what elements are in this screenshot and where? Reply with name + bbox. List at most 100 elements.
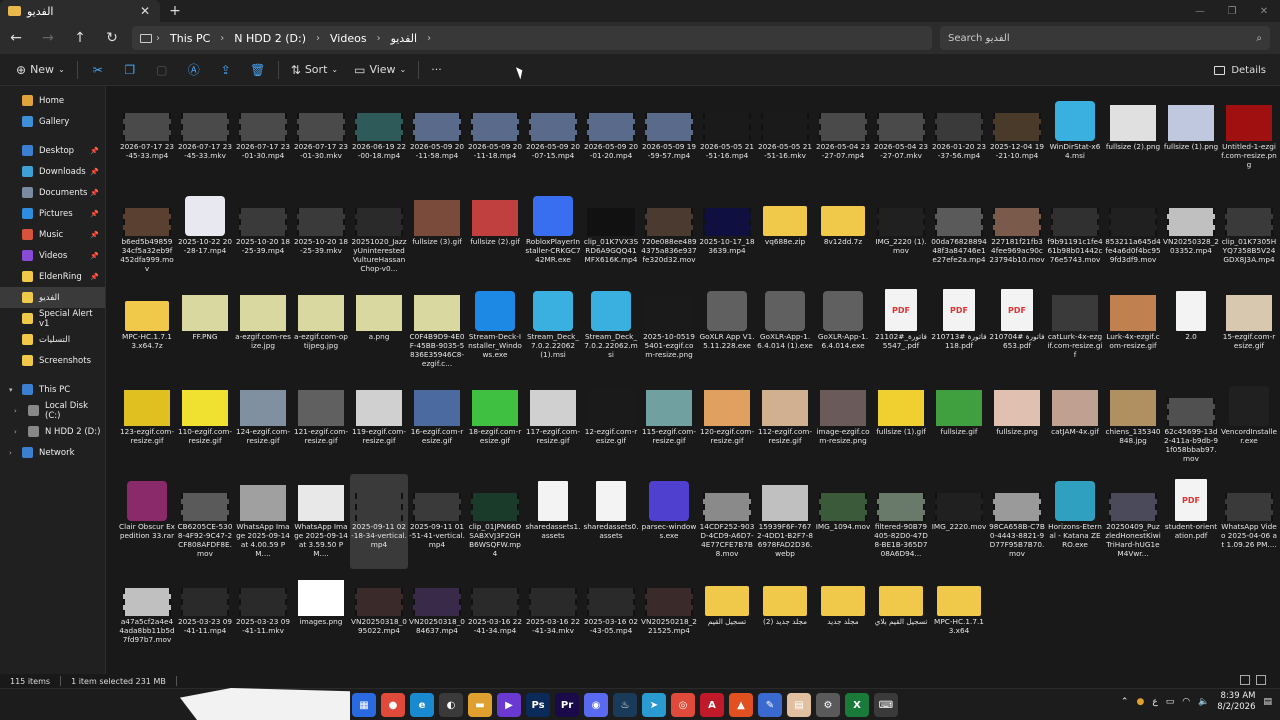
file-item[interactable]: VN20250328_203352.mp4 bbox=[1162, 189, 1220, 284]
file-item[interactable]: GoXLR-App-1.6.4.014.exe bbox=[814, 284, 872, 379]
file-item[interactable]: 112-ezgif.com-resize.gif bbox=[756, 379, 814, 474]
file-item[interactable]: 2026-05-05 21-51-16.mp4 bbox=[698, 94, 756, 189]
search-input[interactable]: Search الفديو ⌕ bbox=[940, 26, 1270, 50]
close-tab-icon[interactable]: ✕ bbox=[138, 4, 152, 18]
file-item[interactable]: 2025-10-17_183639.mp4 bbox=[698, 189, 756, 284]
file-item[interactable]: Untitled-1-ezgif.com-resize.png bbox=[1220, 94, 1278, 189]
taskbar-app-icon[interactable]: A bbox=[700, 693, 724, 717]
expand-chevron-icon[interactable]: › bbox=[14, 407, 17, 415]
file-item[interactable]: image-ezgif.com-resize.png bbox=[814, 379, 872, 474]
file-item[interactable]: PDF فاتورة #210713118.pdf bbox=[930, 284, 988, 379]
file-item[interactable]: 2026-07-17 23-01-30.mkv bbox=[292, 94, 350, 189]
sidebar-item[interactable]: Music 📌 bbox=[0, 224, 105, 245]
details-button[interactable]: Details bbox=[1214, 54, 1266, 86]
forward-button[interactable]: → bbox=[32, 24, 64, 52]
maximize-icon[interactable]: ❐ bbox=[1216, 0, 1248, 22]
file-item[interactable]: Stream_Deck_7.0.2.22062.msi bbox=[582, 284, 640, 379]
file-item[interactable]: 2026-05-04 23-27-07.mkv bbox=[872, 94, 930, 189]
file-item[interactable]: catJAM-4x.gif bbox=[1046, 379, 1104, 474]
taskbar-app-icon[interactable]: ♨ bbox=[613, 693, 637, 717]
file-item[interactable]: 12-ezgif.com-resize.gif bbox=[582, 379, 640, 474]
file-item[interactable]: sharedassets1.assets bbox=[524, 474, 582, 569]
file-item[interactable]: 120-ezgif.com-resize.gif bbox=[698, 379, 756, 474]
sidebar-item[interactable]: الفديو bbox=[0, 287, 105, 308]
file-item[interactable]: 2026-01-20 23-37-56.mp4 bbox=[930, 94, 988, 189]
sidebar-item[interactable]: ▾ This PC bbox=[0, 379, 105, 400]
file-item[interactable]: تسجيل القيم bbox=[698, 569, 756, 664]
taskbar-app-icon[interactable]: ▦ bbox=[352, 693, 376, 717]
file-item[interactable]: Stream-Deck-Installer_Windows.exe bbox=[466, 284, 524, 379]
file-item[interactable]: 115-ezgif.com-resize.gif bbox=[640, 379, 698, 474]
file-item[interactable]: WhatsApp Video 2025-04-06 at 1.09.26 PM.… bbox=[1220, 474, 1278, 569]
file-item[interactable]: 2026-05-09 20-11-18.mp4 bbox=[466, 94, 524, 189]
taskbar-app-icon[interactable]: ➤ bbox=[642, 693, 666, 717]
file-item[interactable]: 124-ezgif.com-resize.gif bbox=[234, 379, 292, 474]
file-item[interactable]: RobloxPlayerInstaller-CRKGC742MR.exe bbox=[524, 189, 582, 284]
microphone-icon[interactable]: ● bbox=[1136, 697, 1144, 707]
file-item[interactable]: 2025-09-11 01-51-41-vertical.mp4 bbox=[408, 474, 466, 569]
file-item[interactable]: 2026-05-09 20-07-15.mp4 bbox=[524, 94, 582, 189]
file-item[interactable]: fullsize (2).png bbox=[1104, 94, 1162, 189]
file-item[interactable]: Stream_Deck_7.0.2.22062 (1).msi bbox=[524, 284, 582, 379]
details-view-icon[interactable] bbox=[1240, 675, 1250, 685]
file-item[interactable]: 2.0 bbox=[1162, 284, 1220, 379]
sidebar-item[interactable]: Documents 📌 bbox=[0, 182, 105, 203]
file-item[interactable]: مجلد جديد bbox=[814, 569, 872, 664]
file-item[interactable]: vq688e.zip bbox=[756, 189, 814, 284]
file-item[interactable]: 720e088ee4894375a836e937fe320d32.mov bbox=[640, 189, 698, 284]
new-tab-button[interactable]: + bbox=[160, 0, 190, 22]
taskbar-app-icon[interactable]: X bbox=[845, 693, 869, 717]
file-item[interactable]: clip_01K7VX3SRD6A9GQQ41MFX616K.mp4 bbox=[582, 189, 640, 284]
file-item[interactable]: f9b91191c1fe461b98b01442c76e5743.mov bbox=[1046, 189, 1104, 284]
taskbar-app-icon[interactable]: ▬ bbox=[468, 693, 492, 717]
file-item[interactable]: MPC-HC.1.7.13.x64 bbox=[930, 569, 988, 664]
file-item[interactable]: 2025-03-16 22-41-34.mkv bbox=[524, 569, 582, 664]
file-item[interactable]: 15939F6F-7672-4DD1-B2F7-86978FAD2D36.web… bbox=[756, 474, 814, 569]
file-item[interactable]: catLurk-4x-ezgif.com-resize.gif bbox=[1046, 284, 1104, 379]
file-item[interactable]: b6ed5b49859 34cf5a32eb9f 452dfa999.mov bbox=[118, 189, 176, 284]
file-item[interactable]: 123-ezgif.com-resize.gif bbox=[118, 379, 176, 474]
file-item[interactable]: 00da7682889448f3a84746e1e27efe2a.mp4 bbox=[930, 189, 988, 284]
taskbar-app-icon[interactable]: ● bbox=[381, 693, 405, 717]
up-button[interactable]: ↑ bbox=[64, 24, 96, 52]
file-item[interactable]: WhatsApp Image 2025-09-14 at 4.00.59 PM.… bbox=[234, 474, 292, 569]
file-item[interactable]: مجلد جديد (2) bbox=[756, 569, 814, 664]
rename-button[interactable]: Ⓐ bbox=[178, 56, 210, 84]
sidebar-item[interactable]: EldenRing 📌 bbox=[0, 266, 105, 287]
file-item[interactable]: 2026-05-05 21-51-16.mkv bbox=[756, 94, 814, 189]
file-item[interactable]: images.png bbox=[292, 569, 350, 664]
file-item[interactable]: 62c45699-13d2-411a-b9db-91f058bbab97.mov bbox=[1162, 379, 1220, 474]
sidebar-item[interactable]: التسليات bbox=[0, 329, 105, 350]
taskbar-app-icon[interactable]: ◉ bbox=[584, 693, 608, 717]
file-item[interactable]: WhatsApp Image 2025-09-14 at 3.59.50 PM.… bbox=[292, 474, 350, 569]
file-item[interactable]: 2026-05-09 20-01-20.mp4 bbox=[582, 94, 640, 189]
file-item[interactable]: fullsize.png bbox=[988, 379, 1046, 474]
sidebar-item[interactable]: Videos 📌 bbox=[0, 245, 105, 266]
file-item[interactable]: GoXLR-App-1.6.4.014 (1).exe bbox=[756, 284, 814, 379]
file-item[interactable]: CB6205CE-5308-4F92-9C47-2CF808AFDF8E.mov bbox=[176, 474, 234, 569]
file-item[interactable]: 98CA658B-C7B0-4443-8821-9D77F95B7B70.mov bbox=[988, 474, 1046, 569]
file-item[interactable]: Horizons-Eternal - Katana ZERO.exe bbox=[1046, 474, 1104, 569]
taskbar-app-icon[interactable]: ⌨ bbox=[874, 693, 898, 717]
file-item[interactable]: 20250409_PuzzledHonestKiwiTriHard-hUG1eM… bbox=[1104, 474, 1162, 569]
clock[interactable]: 8:39 AM 8/2/2026 bbox=[1217, 691, 1255, 713]
file-item[interactable]: 119-ezgif.com-resize.gif bbox=[350, 379, 408, 474]
minimize-icon[interactable]: — bbox=[1184, 0, 1216, 22]
sort-button[interactable]: ⇅ Sort ⌄ bbox=[283, 56, 346, 84]
refresh-button[interactable]: ↻ bbox=[96, 24, 128, 52]
chevron-up-icon[interactable]: ⌃ bbox=[1121, 697, 1129, 707]
volume-icon[interactable]: 🔈 bbox=[1198, 697, 1209, 707]
file-item[interactable]: 20251020_JazzyUninterestedVultureHassanC… bbox=[350, 189, 408, 284]
expand-chevron-icon[interactable]: › bbox=[14, 428, 17, 436]
file-item[interactable]: 2025-12-04 19-21-10.mp4 bbox=[988, 94, 1046, 189]
file-item[interactable]: 2025-10-20 18-25-39.mkv bbox=[292, 189, 350, 284]
file-item[interactable]: chiens_135340848.jpg bbox=[1104, 379, 1162, 474]
cut-button[interactable]: ✂ bbox=[82, 56, 114, 84]
file-item[interactable]: 2025-03-16 22-41-34.mp4 bbox=[466, 569, 524, 664]
sidebar-item[interactable]: › N HDD 2 (D:) bbox=[0, 421, 105, 442]
sidebar-item[interactable]: › Network bbox=[0, 442, 105, 463]
view-button[interactable]: ▭ View ⌄ bbox=[346, 56, 414, 84]
breadcrumb-videos[interactable]: Videos bbox=[324, 32, 373, 45]
breadcrumb-drive[interactable]: N HDD 2 (D:) bbox=[228, 32, 312, 45]
file-item[interactable]: 2025-03-23 09-41-11.mkv bbox=[234, 569, 292, 664]
